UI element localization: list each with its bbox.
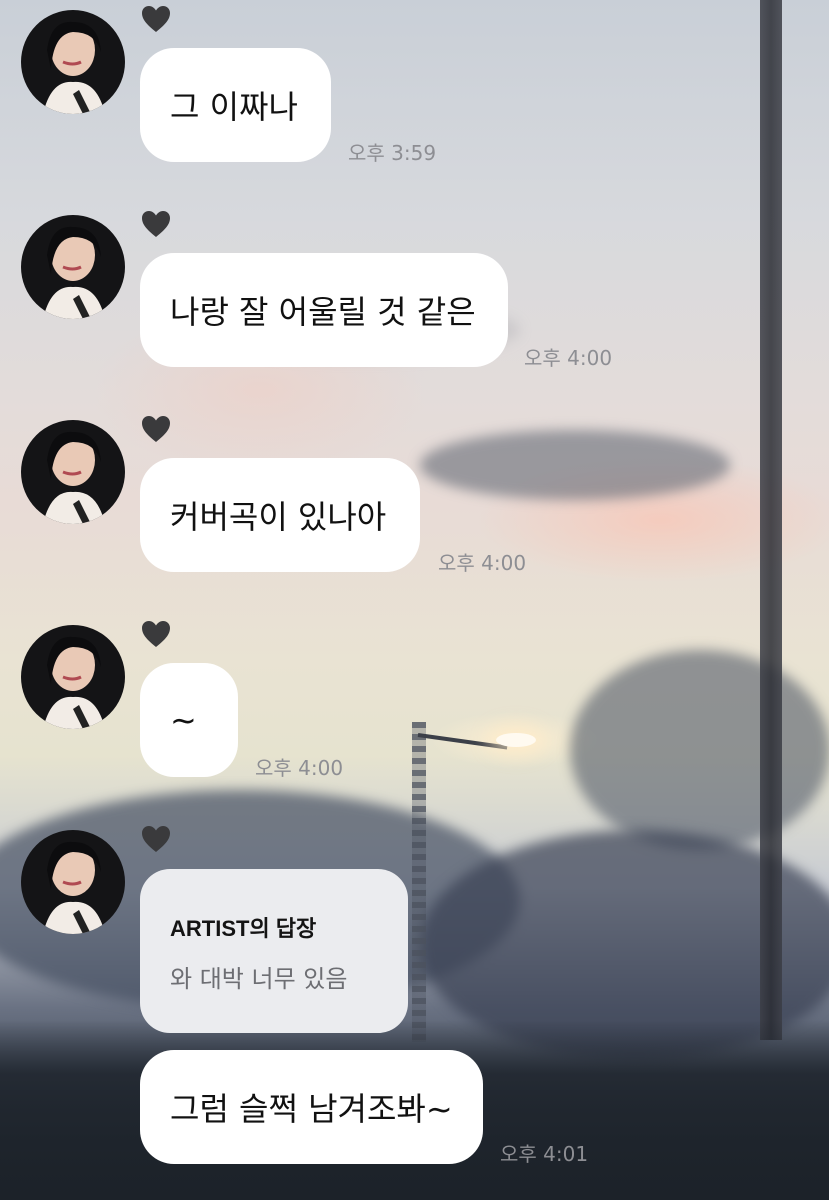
message-time: 오후 4:01 — [500, 1142, 589, 1166]
avatar[interactable] — [21, 625, 125, 729]
reply-title: ARTIST의 답장 — [170, 916, 317, 941]
cloud — [420, 430, 730, 500]
profile-photo — [21, 830, 125, 934]
profile-photo — [21, 420, 125, 524]
utility-pole — [760, 0, 782, 1040]
message-bubble[interactable]: 커버곡이 있나아 — [140, 458, 420, 572]
heart-icon[interactable] — [140, 824, 172, 854]
message-time: 오후 4:00 — [524, 346, 613, 370]
profile-photo — [21, 10, 125, 114]
message-text: ~ — [170, 701, 197, 739]
message-time: 오후 4:00 — [438, 551, 527, 575]
avatar[interactable] — [21, 10, 125, 114]
reply-quoted-text: 와 대박 너무 있음 — [170, 965, 348, 993]
message-text: 커버곡이 있나아 — [170, 498, 387, 536]
heart-icon[interactable] — [140, 414, 172, 444]
message-bubble[interactable]: 그럼 슬쩍 남겨조봐~ — [140, 1050, 483, 1164]
message-time: 오후 4:00 — [255, 756, 344, 780]
message-bubble[interactable]: ~ — [140, 663, 238, 777]
avatar[interactable] — [21, 215, 125, 319]
heart-icon[interactable] — [140, 4, 172, 34]
profile-photo — [21, 625, 125, 729]
message-time: 오후 3:59 — [348, 141, 437, 165]
message-text: 나랑 잘 어울릴 것 같은 — [170, 293, 476, 331]
chat-background — [0, 0, 829, 1200]
reply-quote-bubble[interactable]: ARTIST의 답장 와 대박 너무 있음 — [140, 869, 408, 1033]
avatar[interactable] — [21, 420, 125, 524]
cloud — [570, 650, 829, 850]
message-bubble[interactable]: 그 이짜나 — [140, 48, 331, 162]
message-text: 그럼 슬쩍 남겨조봐~ — [170, 1090, 453, 1128]
street-lamp — [496, 733, 536, 747]
message-text: 그 이짜나 — [170, 88, 298, 126]
lamp-arm — [417, 733, 508, 750]
heart-icon[interactable] — [140, 209, 172, 239]
message-bubble[interactable]: 나랑 잘 어울릴 것 같은 — [140, 253, 508, 367]
profile-photo — [21, 215, 125, 319]
heart-icon[interactable] — [140, 619, 172, 649]
avatar[interactable] — [21, 830, 125, 934]
light-tower — [412, 722, 426, 1042]
